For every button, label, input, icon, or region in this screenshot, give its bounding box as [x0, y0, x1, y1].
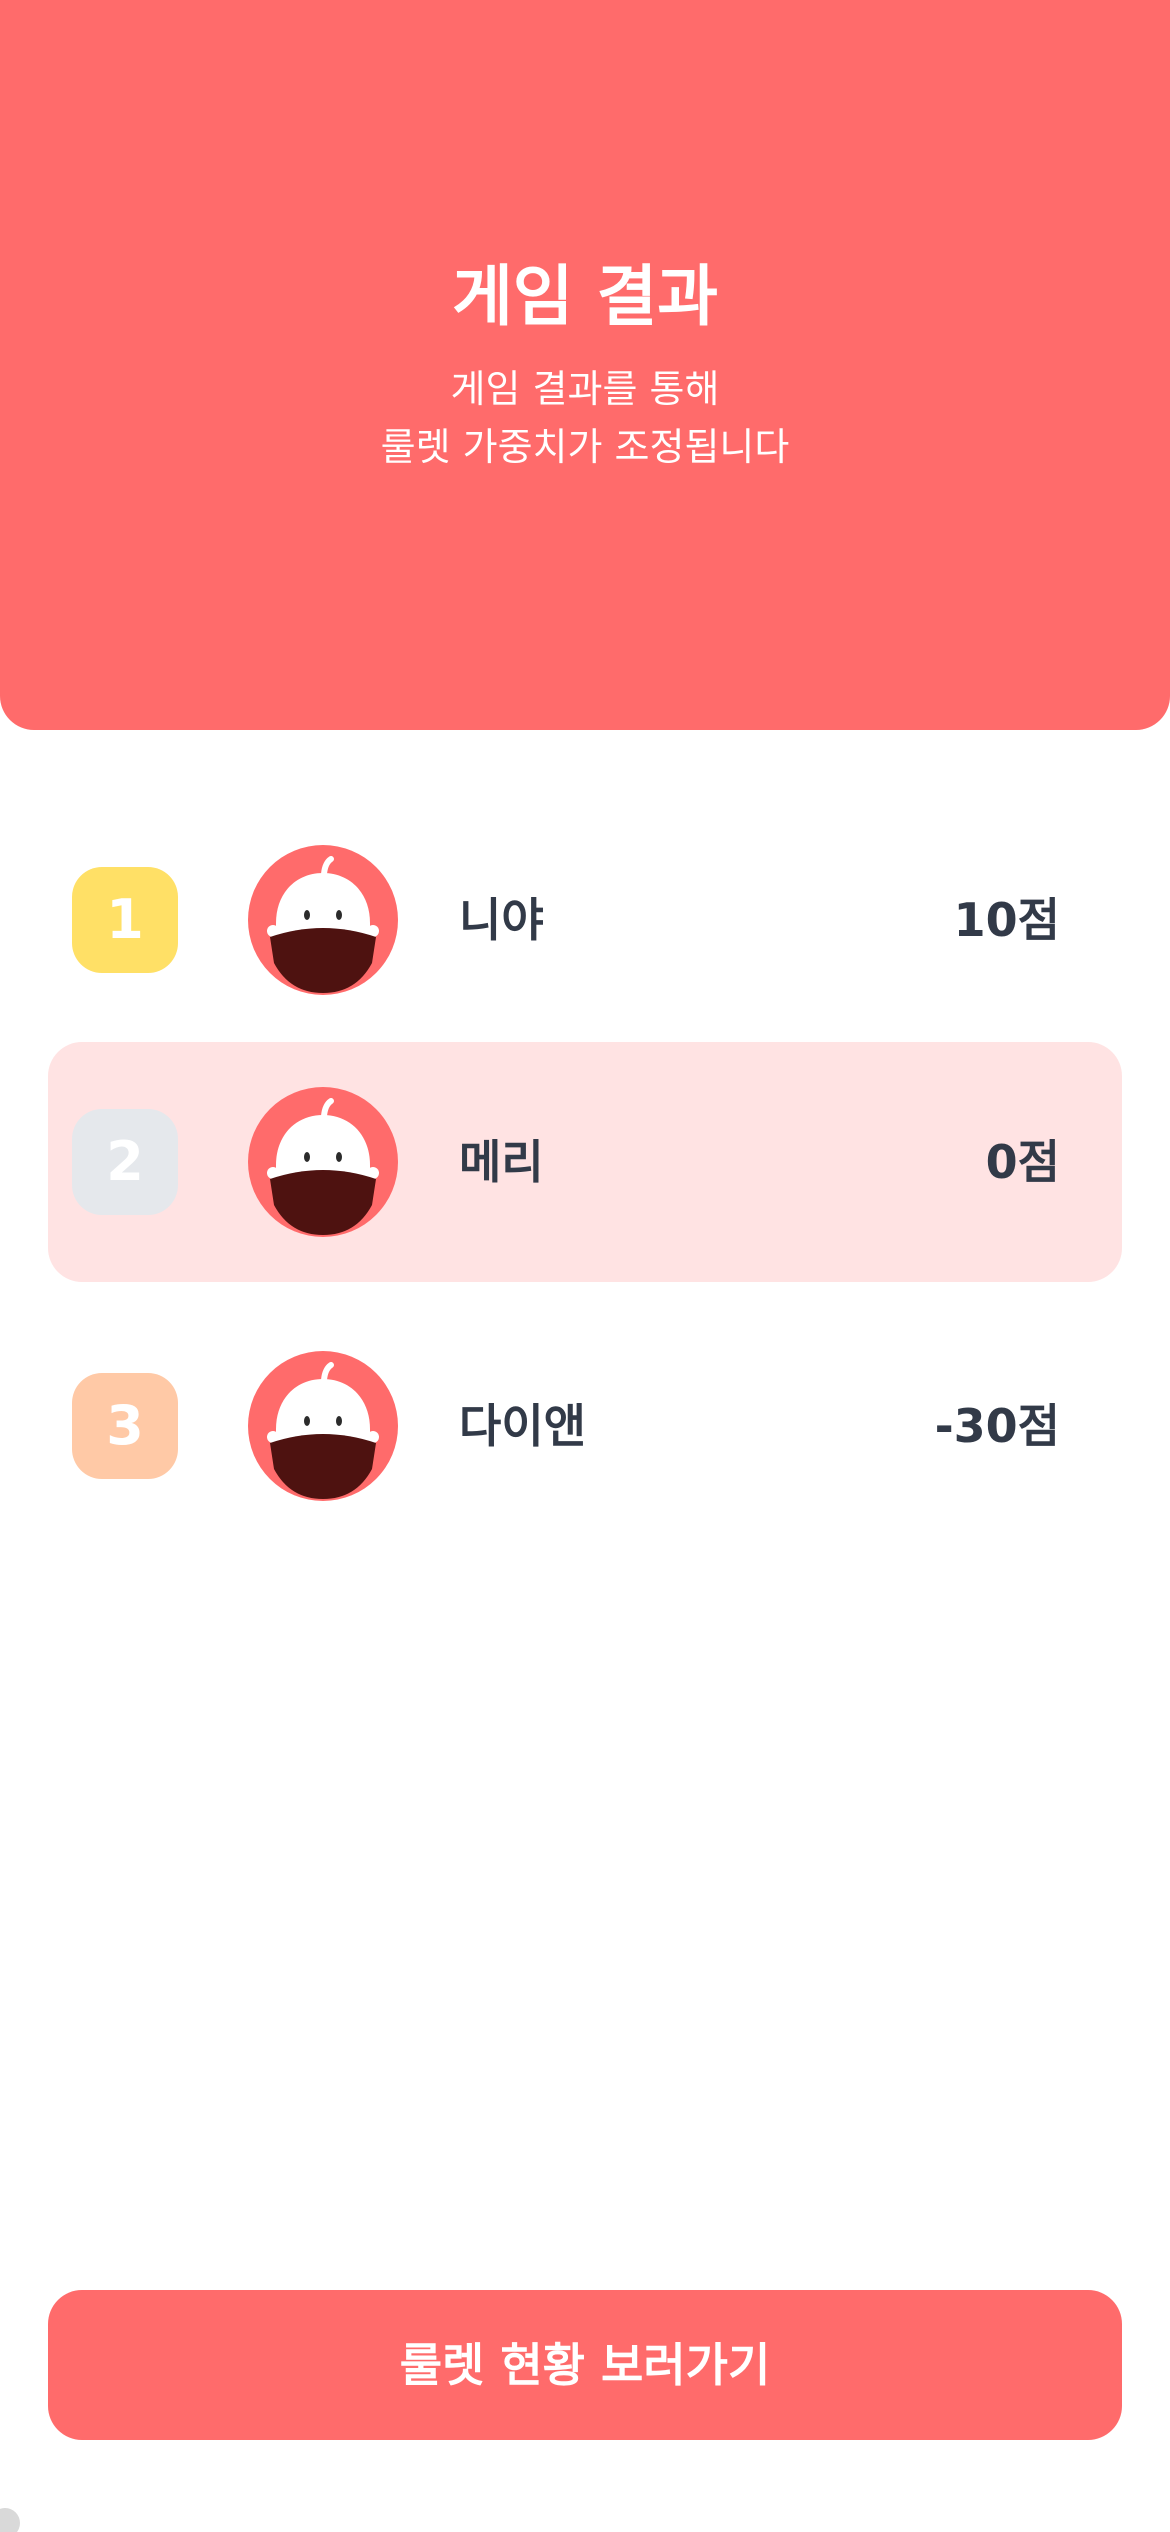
character-avatar-icon [248, 1087, 398, 1237]
character-avatar-icon [248, 845, 398, 995]
ranking-row-3: 3 다이앤 -30점 [48, 1306, 1122, 1546]
player-score: -30점 [934, 1399, 1060, 1453]
player-name: 메리 [459, 1135, 544, 1189]
subtitle-line-2: 룰렛 가중치가 조정됩니다 [380, 425, 790, 469]
player-score: 10점 [953, 893, 1060, 947]
page-subtitle: 게임 결과를 통해 룰렛 가중치가 조정됩니다 [0, 360, 1170, 476]
subtitle-line-1: 게임 결과를 통해 [450, 367, 720, 411]
view-roulette-status-button[interactable]: 룰렛 현황 보러가기 [48, 2290, 1122, 2440]
result-header: 게임 결과 게임 결과를 통해 룰렛 가중치가 조정됩니다 [0, 0, 1170, 730]
player-name: 다이앤 [459, 1399, 586, 1453]
ranking-row-2: 2 메리 0점 [48, 1042, 1122, 1282]
player-name: 니야 [459, 893, 544, 947]
ranking-row-1: 1 니야 10점 [48, 800, 1122, 1040]
rank-badge: 1 [72, 867, 178, 973]
player-score: 0점 [985, 1135, 1060, 1189]
scroll-indicator [0, 2508, 20, 2532]
rank-badge: 2 [72, 1109, 178, 1215]
game-result-screen: 게임 결과 게임 결과를 통해 룰렛 가중치가 조정됩니다 1 니야 10점 2… [0, 0, 1170, 2532]
page-title: 게임 결과 [452, 258, 718, 335]
rank-badge: 3 [72, 1373, 178, 1479]
character-avatar-icon [248, 1351, 398, 1501]
